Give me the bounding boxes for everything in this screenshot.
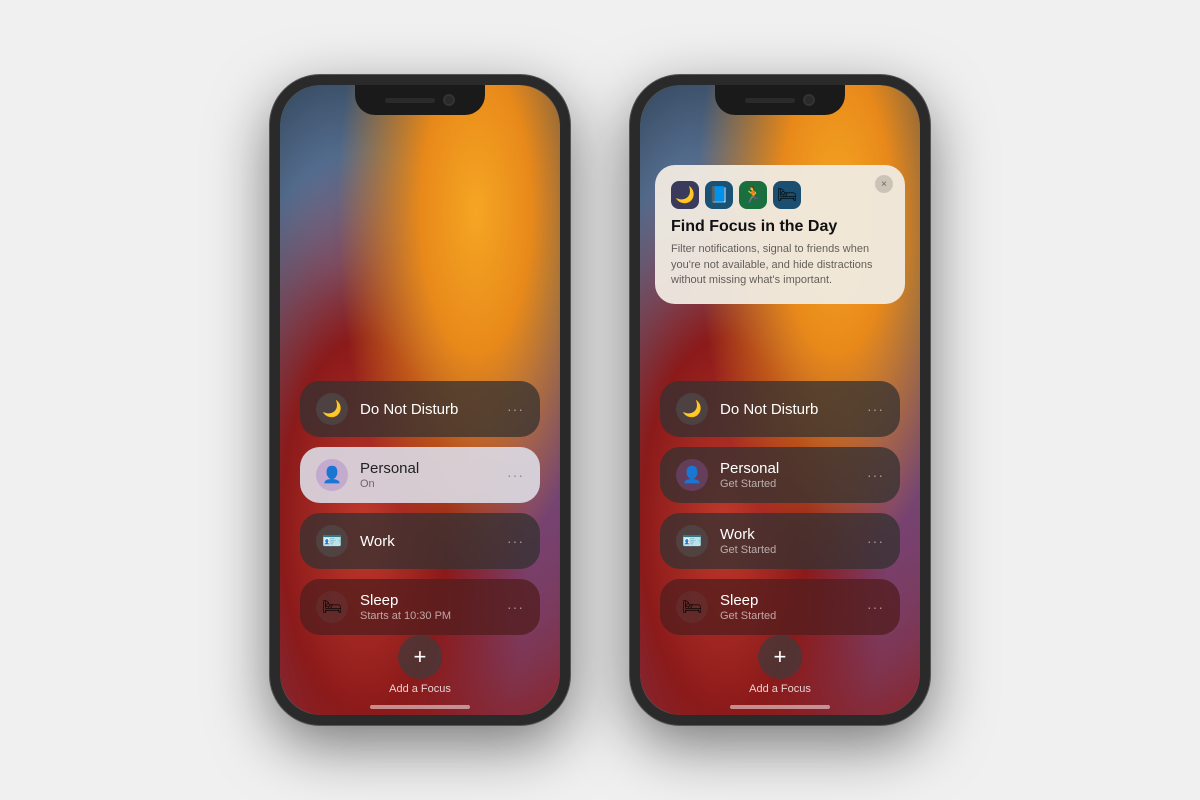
- home-indicator-2: [730, 705, 830, 709]
- personal-title-1: Personal: [360, 460, 507, 477]
- dnd-title-2: Do Not Disturb: [720, 401, 867, 418]
- focus-list-1: 🌙 Do Not Disturb ··· 👤 Personal On ···: [300, 381, 540, 635]
- phone-screen-2: × 🌙 📘 🏃 🛏 Find Focus in the Day Filter n…: [640, 85, 920, 715]
- speaker-2: [745, 98, 795, 103]
- tooltip-icon-moon: 🌙: [671, 181, 699, 209]
- tooltip-icon-run: 🏃: [739, 181, 767, 209]
- work-title-1: Work: [360, 533, 507, 550]
- personal-more-2[interactable]: ···: [867, 467, 884, 483]
- add-focus-label-2: Add a Focus: [749, 683, 811, 695]
- sleep-more-1[interactable]: ···: [507, 599, 524, 615]
- work-more-2[interactable]: ···: [867, 533, 884, 549]
- work-subtitle-2: Get Started: [720, 544, 867, 556]
- personal-icon-1: 👤: [316, 459, 348, 491]
- phone-1: 🌙 Do Not Disturb ··· 👤 Personal On ···: [270, 75, 570, 725]
- tooltip-body: Filter notifications, signal to friends …: [671, 242, 889, 288]
- add-focus-button-1[interactable]: +: [398, 635, 442, 679]
- personal-more-1[interactable]: ···: [507, 467, 524, 483]
- add-focus-button-2[interactable]: +: [758, 635, 802, 679]
- focus-text-dnd-1: Do Not Disturb: [360, 401, 507, 418]
- moon-icon-1: 🌙: [316, 393, 348, 425]
- tooltip-close-button[interactable]: ×: [875, 175, 893, 193]
- focus-text-sleep-2: Sleep Get Started: [720, 592, 867, 622]
- add-focus-1[interactable]: + Add a Focus: [389, 635, 451, 695]
- dnd-more-2[interactable]: ···: [867, 401, 884, 417]
- home-indicator-1: [370, 705, 470, 709]
- tooltip-icon-book: 📘: [705, 181, 733, 209]
- focus-item-personal-1[interactable]: 👤 Personal On ···: [300, 447, 540, 503]
- sleep-more-2[interactable]: ···: [867, 599, 884, 615]
- speaker-1: [385, 98, 435, 103]
- work-icon-2: 🪪: [676, 525, 708, 557]
- focus-item-do-not-disturb-2[interactable]: 🌙 Do Not Disturb ···: [660, 381, 900, 437]
- focus-item-do-not-disturb-1[interactable]: 🌙 Do Not Disturb ···: [300, 381, 540, 437]
- focus-tooltip: × 🌙 📘 🏃 🛏 Find Focus in the Day Filter n…: [655, 165, 905, 304]
- phone-frame-1: 🌙 Do Not Disturb ··· 👤 Personal On ···: [270, 75, 570, 725]
- sleep-subtitle-1: Starts at 10:30 PM: [360, 610, 507, 622]
- focus-item-work-1[interactable]: 🪪 Work ···: [300, 513, 540, 569]
- focus-text-sleep-1: Sleep Starts at 10:30 PM: [360, 592, 507, 622]
- add-focus-2[interactable]: + Add a Focus: [749, 635, 811, 695]
- personal-subtitle-1: On: [360, 478, 507, 490]
- focus-item-personal-2[interactable]: 👤 Personal Get Started ···: [660, 447, 900, 503]
- work-icon-1: 🪪: [316, 525, 348, 557]
- focus-item-work-2[interactable]: 🪪 Work Get Started ···: [660, 513, 900, 569]
- phone-screen-1: 🌙 Do Not Disturb ··· 👤 Personal On ···: [280, 85, 560, 715]
- tooltip-title: Find Focus in the Day: [671, 217, 889, 236]
- dnd-title-1: Do Not Disturb: [360, 401, 507, 418]
- personal-title-2: Personal: [720, 460, 867, 477]
- work-title-2: Work: [720, 526, 867, 543]
- focus-text-work-2: Work Get Started: [720, 526, 867, 556]
- sleep-subtitle-2: Get Started: [720, 610, 867, 622]
- focus-item-sleep-1[interactable]: 🛏 Sleep Starts at 10:30 PM ···: [300, 579, 540, 635]
- personal-icon-2: 👤: [676, 459, 708, 491]
- focus-text-work-1: Work: [360, 533, 507, 550]
- notch-2: [715, 85, 845, 115]
- moon-icon-2: 🌙: [676, 393, 708, 425]
- notch-1: [355, 85, 485, 115]
- personal-subtitle-2: Get Started: [720, 478, 867, 490]
- sleep-icon-1: 🛏: [316, 591, 348, 623]
- focus-list-2: 🌙 Do Not Disturb ··· 👤 Personal Get Star…: [660, 381, 900, 635]
- sleep-title-2: Sleep: [720, 592, 867, 609]
- work-more-1[interactable]: ···: [507, 533, 524, 549]
- focus-text-dnd-2: Do Not Disturb: [720, 401, 867, 418]
- sleep-title-1: Sleep: [360, 592, 507, 609]
- tooltip-icon-bed: 🛏: [773, 181, 801, 209]
- camera-1: [443, 94, 455, 106]
- camera-2: [803, 94, 815, 106]
- focus-text-personal-1: Personal On: [360, 460, 507, 490]
- phone-2: × 🌙 📘 🏃 🛏 Find Focus in the Day Filter n…: [630, 75, 930, 725]
- dnd-more-1[interactable]: ···: [507, 401, 524, 417]
- phone-frame-2: × 🌙 📘 🏃 🛏 Find Focus in the Day Filter n…: [630, 75, 930, 725]
- tooltip-icon-row: 🌙 📘 🏃 🛏: [671, 181, 889, 209]
- focus-text-personal-2: Personal Get Started: [720, 460, 867, 490]
- add-focus-label-1: Add a Focus: [389, 683, 451, 695]
- focus-item-sleep-2[interactable]: 🛏 Sleep Get Started ···: [660, 579, 900, 635]
- sleep-icon-2: 🛏: [676, 591, 708, 623]
